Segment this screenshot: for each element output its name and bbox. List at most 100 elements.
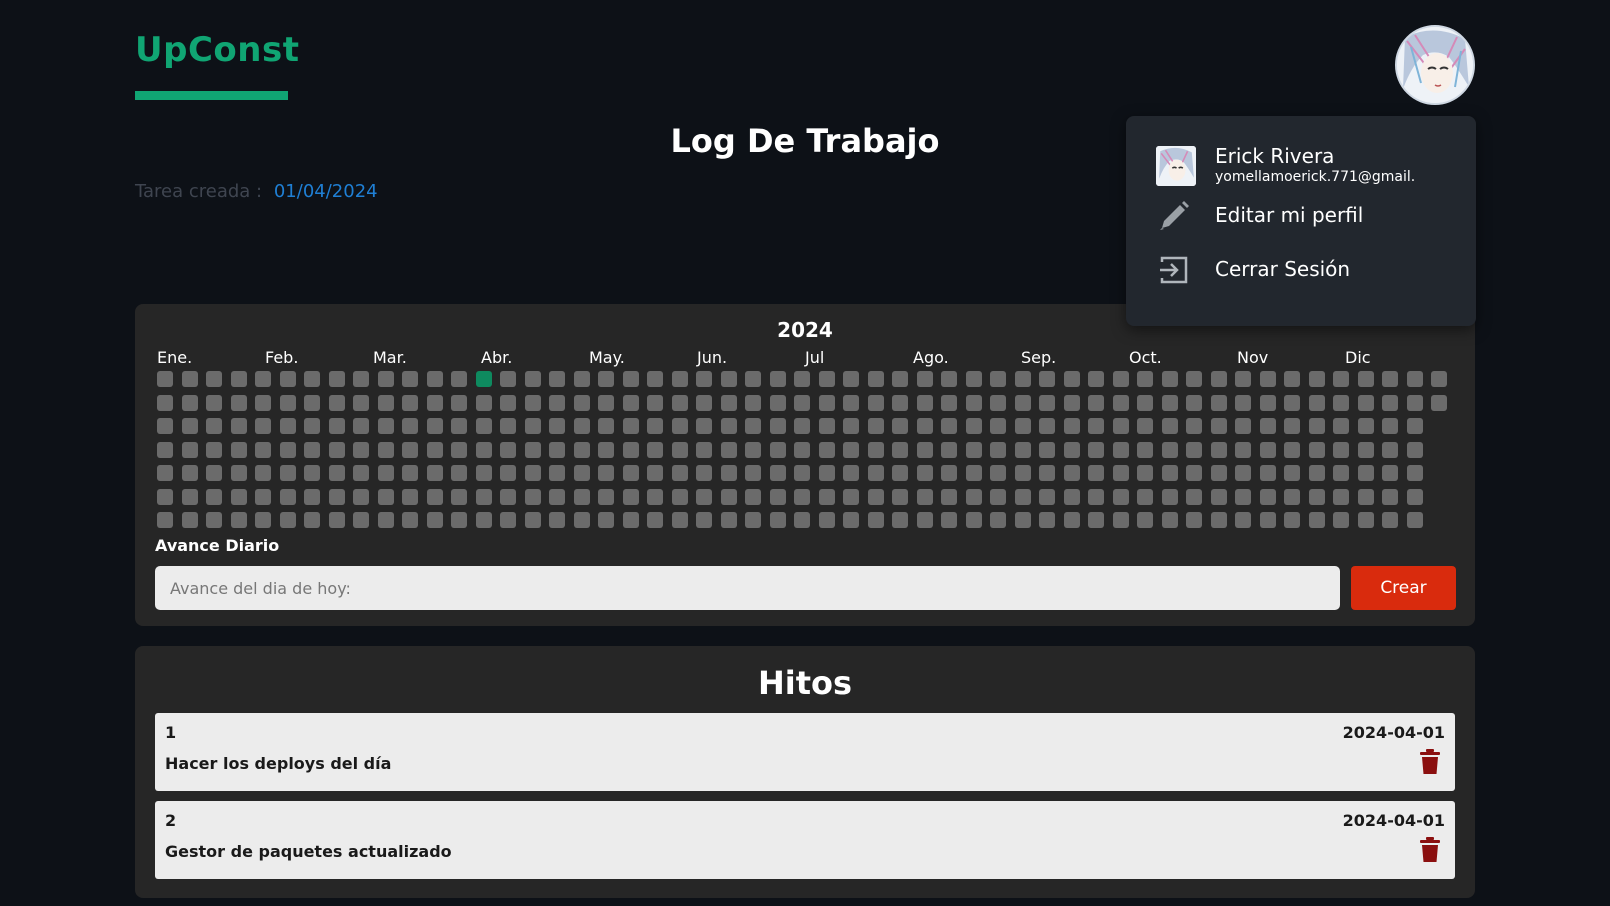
- calendar-day-cell[interactable]: [745, 394, 761, 411]
- calendar-day-cell[interactable]: [1210, 441, 1227, 458]
- calendar-day-cell[interactable]: [1406, 488, 1423, 505]
- calendar-day-cell[interactable]: [1382, 441, 1398, 458]
- calendar-day-cell[interactable]: [892, 371, 908, 387]
- calendar-day-cell[interactable]: [1161, 394, 1178, 411]
- calendar-day-cell[interactable]: [328, 371, 345, 387]
- calendar-day-cell[interactable]: [1210, 418, 1227, 434]
- calendar-day-cell[interactable]: [941, 394, 957, 411]
- calendar-day-cell[interactable]: [1284, 465, 1300, 481]
- calendar-day-cell[interactable]: [279, 441, 296, 458]
- calendar-day-cell[interactable]: [279, 512, 296, 528]
- calendar-day-cell[interactable]: [549, 394, 565, 411]
- calendar-day-cell[interactable]: [1382, 488, 1398, 505]
- calendar-day-cell[interactable]: [353, 465, 369, 481]
- calendar-day-cell[interactable]: [696, 394, 712, 411]
- calendar-day-cell[interactable]: [1186, 465, 1202, 481]
- calendar-day-cell[interactable]: [1186, 394, 1202, 411]
- calendar-day-cell[interactable]: [1137, 488, 1153, 505]
- calendar-day-cell[interactable]: [892, 512, 908, 528]
- calendar-day-cell[interactable]: [745, 441, 761, 458]
- calendar-day-cell[interactable]: [402, 371, 418, 387]
- calendar-day-cell[interactable]: [1039, 394, 1055, 411]
- calendar-day-cell[interactable]: [353, 441, 369, 458]
- calendar-day-cell[interactable]: [720, 488, 737, 505]
- user-avatar[interactable]: [1395, 25, 1475, 105]
- calendar-day-cell[interactable]: [794, 488, 810, 505]
- calendar-day-cell[interactable]: [1088, 418, 1104, 434]
- calendar-day-cell[interactable]: [402, 394, 418, 411]
- calendar-day-cell[interactable]: [867, 418, 884, 434]
- trash-icon[interactable]: [1419, 837, 1441, 863]
- calendar-day-cell[interactable]: [549, 371, 565, 387]
- calendar-day-cell[interactable]: [377, 394, 394, 411]
- calendar-day-cell[interactable]: [1063, 394, 1080, 411]
- calendar-day-cell[interactable]: [696, 418, 712, 434]
- calendar-day-cell[interactable]: [304, 512, 320, 528]
- calendar-day-cell[interactable]: [524, 512, 541, 528]
- calendar-day-cell[interactable]: [867, 488, 884, 505]
- calendar-day-cell[interactable]: [1063, 371, 1080, 387]
- calendar-day-cell[interactable]: [451, 441, 467, 458]
- calendar-day-cell[interactable]: [353, 488, 369, 505]
- calendar-day-cell[interactable]: [1063, 488, 1080, 505]
- calendar-day-cell[interactable]: [916, 394, 933, 411]
- calendar-day-cell[interactable]: [965, 465, 982, 481]
- calendar-day-cell[interactable]: [1259, 394, 1276, 411]
- calendar-day-cell[interactable]: [573, 512, 590, 528]
- calendar-day-cell[interactable]: [451, 465, 467, 481]
- calendar-day-cell[interactable]: [671, 465, 688, 481]
- calendar-day-cell[interactable]: [867, 371, 884, 387]
- calendar-day-cell[interactable]: [867, 465, 884, 481]
- calendar-day-cell[interactable]: [916, 488, 933, 505]
- calendar-day-cell[interactable]: [1284, 441, 1300, 458]
- calendar-day-cell[interactable]: [402, 441, 418, 458]
- calendar-day-cell[interactable]: [1186, 371, 1202, 387]
- calendar-day-cell[interactable]: [328, 418, 345, 434]
- calendar-day-cell[interactable]: [1308, 488, 1325, 505]
- calendar-day-cell[interactable]: [1357, 465, 1374, 481]
- calendar-day-cell[interactable]: [1382, 371, 1398, 387]
- calendar-day-cell[interactable]: [941, 418, 957, 434]
- calendar-day-cell[interactable]: [1308, 441, 1325, 458]
- calendar-day-cell[interactable]: [892, 441, 908, 458]
- calendar-day-cell[interactable]: [794, 371, 810, 387]
- calendar-day-cell[interactable]: [1357, 371, 1374, 387]
- calendar-day-cell[interactable]: [1088, 394, 1104, 411]
- calendar-day-cell[interactable]: [1308, 418, 1325, 434]
- calendar-day-cell[interactable]: [524, 371, 541, 387]
- calendar-day-cell[interactable]: [622, 441, 639, 458]
- calendar-day-cell[interactable]: [769, 465, 786, 481]
- calendar-day-cell[interactable]: [230, 488, 247, 505]
- daily-progress-input[interactable]: [155, 566, 1340, 610]
- calendar-day-cell[interactable]: [1063, 418, 1080, 434]
- calendar-day-cell[interactable]: [818, 441, 835, 458]
- calendar-day-cell[interactable]: [1014, 465, 1031, 481]
- calendar-day-cell[interactable]: [206, 394, 222, 411]
- calendar-day-cell[interactable]: [892, 465, 908, 481]
- calendar-day-cell[interactable]: [1161, 418, 1178, 434]
- calendar-day-cell[interactable]: [1259, 441, 1276, 458]
- calendar-day-cell[interactable]: [818, 465, 835, 481]
- calendar-day-cell[interactable]: [1063, 512, 1080, 528]
- calendar-day-cell[interactable]: [745, 418, 761, 434]
- calendar-day-cell[interactable]: [549, 418, 565, 434]
- calendar-day-cell[interactable]: [1382, 418, 1398, 434]
- calendar-day-cell[interactable]: [181, 441, 198, 458]
- calendar-day-cell[interactable]: [696, 465, 712, 481]
- calendar-day-cell[interactable]: [1137, 512, 1153, 528]
- calendar-day-cell[interactable]: [867, 394, 884, 411]
- calendar-day-cell[interactable]: [206, 371, 222, 387]
- calendar-day-cell[interactable]: [1235, 371, 1251, 387]
- calendar-day-cell[interactable]: [1406, 465, 1423, 481]
- calendar-day-cell[interactable]: [696, 441, 712, 458]
- calendar-day-cell[interactable]: [426, 371, 443, 387]
- calendar-day-cell[interactable]: [990, 394, 1006, 411]
- calendar-day-cell[interactable]: [769, 394, 786, 411]
- calendar-day-cell[interactable]: [1308, 394, 1325, 411]
- calendar-day-cell[interactable]: [1333, 418, 1349, 434]
- calendar-day-cell[interactable]: [475, 488, 492, 505]
- calendar-day-cell[interactable]: [622, 488, 639, 505]
- calendar-day-cell[interactable]: [1210, 512, 1227, 528]
- calendar-day-cell[interactable]: [1406, 418, 1423, 434]
- calendar-day-cell[interactable]: [1210, 465, 1227, 481]
